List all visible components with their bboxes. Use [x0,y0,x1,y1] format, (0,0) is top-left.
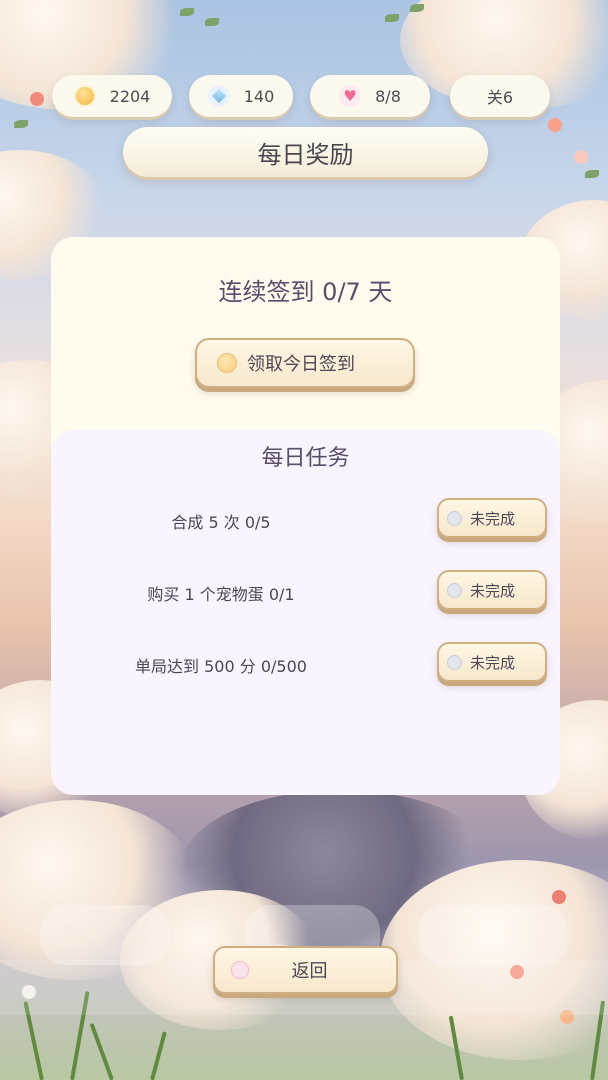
back-button[interactable]: 返回 [213,946,398,994]
vine-leaf [205,18,219,26]
task-label: 单局达到 500 分 0/500 [135,657,307,676]
task-label: 合成 5 次 0/5 [171,513,271,532]
lives-counter: ♥ 8/8 [310,75,430,117]
vine-leaf [180,8,194,16]
flower [30,92,44,106]
vine-leaf [385,14,399,22]
task-label: 购买 1 个宠物蛋 0/1 [147,585,295,604]
gem-count: 140 [243,86,275,106]
daily-tasks-panel: 每日任务 合成 5 次 0/5 未完成 购买 1 个宠物蛋 0/1 未完成 单局… [51,430,560,795]
vine-leaf [410,4,424,12]
flower [548,118,562,132]
task-status-label: 未完成 [470,509,516,528]
gem-counter: 140 [189,75,293,117]
signin-streak-text: 连续签到 0/7 天 [218,278,393,306]
bottom-bar-slot [40,905,170,965]
vine-leaf [14,120,28,128]
claim-signin-button[interactable]: 领取今日签到 [195,338,415,388]
level-indicator: 关6 [450,75,550,117]
back-label: 返回 [291,961,328,982]
vine-leaf [585,170,599,178]
task-status-label: 未完成 [470,653,516,672]
heart-icon: ♥ [339,85,362,107]
status-dot-icon [447,510,462,526]
lives-count: 8/8 [375,86,401,106]
flower [552,890,566,904]
claim-signin-label: 领取今日签到 [247,354,355,375]
task-status-button[interactable]: 未完成 [437,498,547,538]
bottom-bar-slot [418,905,568,965]
level-label: 关6 [486,88,514,107]
tasks-title: 每日任务 [261,446,350,471]
task-status-button[interactable]: 未完成 [437,570,547,610]
task-status-label: 未完成 [470,581,516,600]
diamond-icon [207,85,230,107]
status-dot-icon [447,654,462,670]
grass-blade [89,1022,114,1080]
back-icon [231,961,249,979]
coin-icon [73,85,96,107]
task-status-button[interactable]: 未完成 [437,642,547,682]
game-screen: 2204 140 ♥ 8/8 关6 每日奖励 连续签到 0/7 天 领取今日签到… [0,0,608,1080]
coin-icon [217,353,237,373]
flower [574,150,588,164]
coin-counter: 2204 [52,75,172,117]
grass-blade [150,1031,167,1080]
page-title: 每日奖励 [123,127,488,177]
status-dot-icon [447,582,462,598]
coin-count: 2204 [109,86,151,106]
